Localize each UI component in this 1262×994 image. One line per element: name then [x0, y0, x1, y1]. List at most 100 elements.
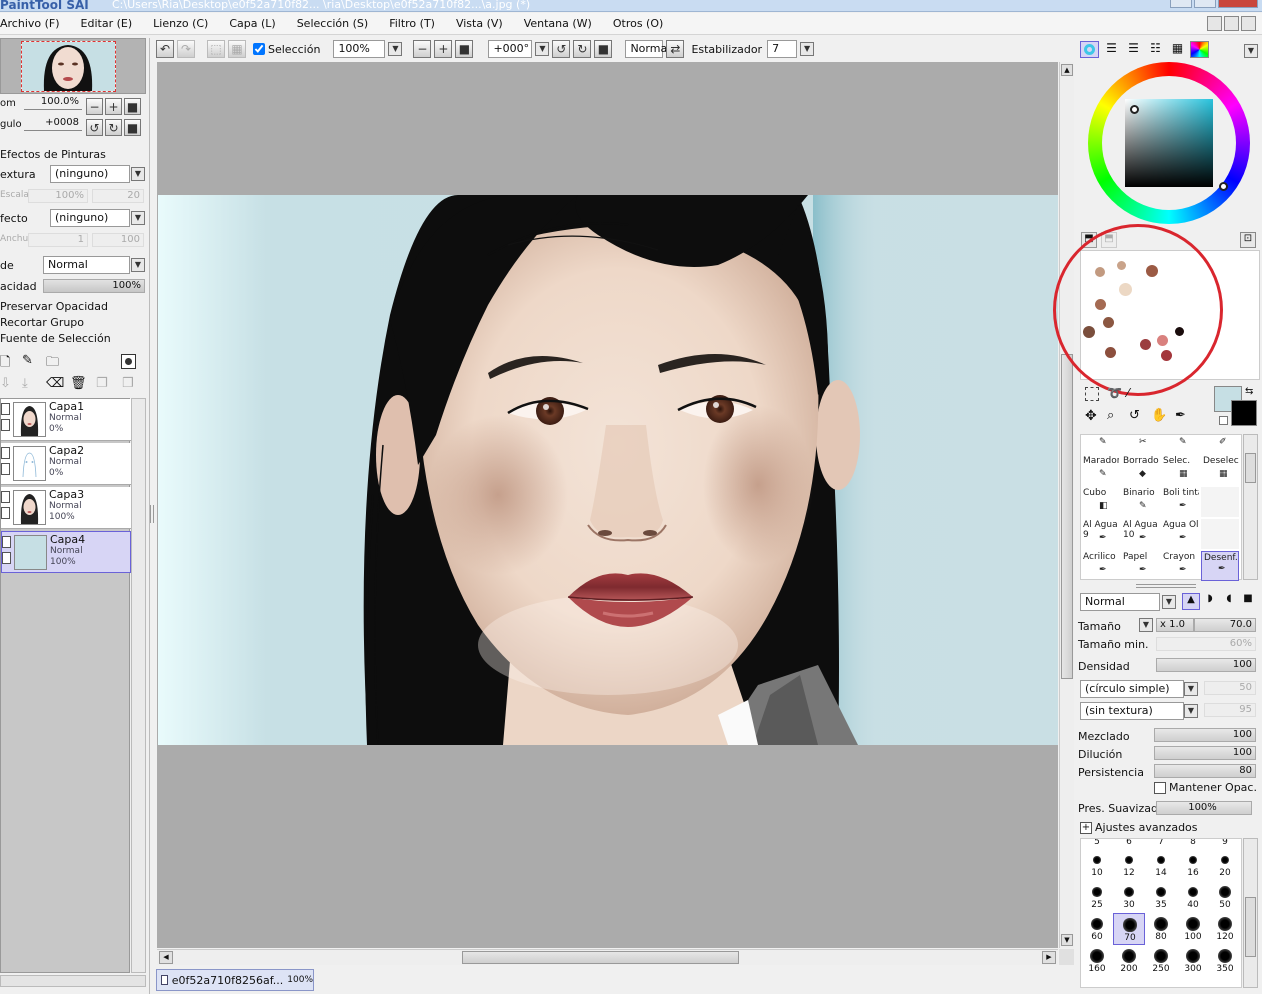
- minimize-button[interactable]: [1170, 0, 1192, 8]
- layer-mask-icon[interactable]: [121, 354, 136, 369]
- flip-button[interactable]: ⇄: [666, 40, 685, 58]
- visibility-eye-icon[interactable]: [1, 403, 10, 415]
- rotate-reset-button[interactable]: ■: [594, 40, 613, 58]
- menu-seleccion[interactable]: Selección (S): [297, 17, 369, 30]
- hand-icon[interactable]: ✋: [1151, 408, 1167, 423]
- new-linework-layer-icon[interactable]: ✎: [22, 353, 33, 368]
- nav-rotate-left-button[interactable]: ↺: [86, 119, 103, 136]
- doc-minimize-button[interactable]: [1207, 16, 1222, 31]
- tool-deselect-pen[interactable]: Deselec. ▦: [1201, 455, 1239, 485]
- brush-size-preset[interactable]: 30: [1113, 881, 1145, 913]
- menu-editar[interactable]: Editar (E): [81, 17, 133, 30]
- tool-binary[interactable]: Binario ✎: [1121, 487, 1159, 517]
- deselect-icon[interactable]: ⬚: [207, 40, 225, 58]
- tool-ink-pen[interactable]: Boli tinta✒: [1161, 487, 1199, 517]
- brush-texture-dropdown[interactable]: ▼: [1184, 704, 1198, 718]
- brush-size-preset[interactable]: 12: [1113, 849, 1145, 881]
- selection-source-option[interactable]: Fuente de Selección: [0, 332, 111, 345]
- hsv-slider-mode-icon[interactable]: ☰: [1124, 41, 1143, 58]
- brush-size-preset[interactable]: 10: [1081, 849, 1113, 881]
- menu-capa[interactable]: Capa (L): [229, 17, 275, 30]
- brush-size-preset[interactable]: 250: [1145, 945, 1177, 977]
- zoom-in-button[interactable]: +: [434, 40, 453, 58]
- smoothing-slider[interactable]: 100%: [1156, 801, 1252, 815]
- transfer-down-icon[interactable]: ⇩: [0, 376, 11, 391]
- view-mode-field[interactable]: Normal: [625, 40, 670, 58]
- brush-size-preset[interactable]: 160: [1081, 945, 1113, 977]
- tool-grid-scrollbar[interactable]: [1243, 434, 1258, 580]
- brush-size-preset[interactable]: 20: [1209, 849, 1241, 881]
- width-slider[interactable]: 1: [28, 233, 88, 247]
- nav-rotate-right-button[interactable]: ↻: [105, 119, 122, 136]
- vscroll-thumb[interactable]: [1061, 354, 1073, 679]
- magic-wand-icon[interactable]: ⁄: [1127, 386, 1129, 400]
- tool-bucket[interactable]: Cubo ◧: [1081, 487, 1119, 517]
- texture-dropdown[interactable]: ▼: [131, 167, 145, 181]
- tool-empty-slot[interactable]: [1201, 487, 1239, 517]
- new-layer-icon[interactable]: 🗋: [0, 353, 10, 375]
- clip-group-option[interactable]: Recortar Grupo: [0, 316, 84, 329]
- tool-blur[interactable]: Desenf. ✒: [1201, 551, 1239, 581]
- rotate-right-button[interactable]: ↻: [573, 40, 592, 58]
- color-wheel-mode-icon[interactable]: [1080, 41, 1099, 58]
- tool-watercolor-9[interactable]: Al Agua 9 ✒: [1081, 519, 1119, 549]
- advanced-settings-label[interactable]: Ajustes avanzados: [1095, 821, 1198, 834]
- blend-mode-dropdown[interactable]: ▼: [131, 258, 145, 272]
- layer-list-hscrollbar[interactable]: [0, 975, 146, 987]
- tool-oil-water[interactable]: Agua Ol ✒: [1161, 519, 1199, 549]
- shape-flat-icon[interactable]: ■: [1239, 593, 1257, 610]
- tool-acrylic[interactable]: Acrilico ✒: [1081, 551, 1119, 581]
- min-size-slider[interactable]: 60%: [1156, 637, 1256, 651]
- artwork-canvas[interactable]: [158, 195, 1058, 746]
- brush-size-preset[interactable]: 40: [1177, 881, 1209, 913]
- transparent-color-icon[interactable]: [1219, 416, 1228, 425]
- layer-item-selected[interactable]: Capa4 Normal 100%: [1, 531, 131, 573]
- saturation-value-square[interactable]: [1125, 99, 1213, 187]
- zoom-field[interactable]: 100%: [333, 40, 386, 58]
- brush-size-preset[interactable]: 300: [1177, 945, 1209, 977]
- stabilizer-field[interactable]: 7: [767, 40, 798, 58]
- tool-crayon[interactable]: Crayon ✒: [1161, 551, 1199, 581]
- undo-button[interactable]: ↶: [156, 40, 174, 58]
- menu-filtro[interactable]: Filtro (T): [389, 17, 435, 30]
- canvas-vertical-scrollbar[interactable]: ▲ ▼: [1059, 62, 1074, 948]
- blend-mode-select[interactable]: Normal: [43, 256, 130, 274]
- canvas-horizontal-scrollbar[interactable]: ◀ ▶: [157, 949, 1058, 965]
- rotate-tool-icon[interactable]: ↺: [1129, 408, 1140, 423]
- width-number[interactable]: 100: [92, 233, 144, 247]
- lasso-icon[interactable]: ➰: [1107, 386, 1122, 400]
- brush-size-preset[interactable]: 70: [1113, 913, 1145, 945]
- tool-select-pen[interactable]: Selec. ▦: [1161, 455, 1199, 485]
- zoom-dropdown[interactable]: ▼: [388, 42, 403, 56]
- persistence-slider[interactable]: 80: [1154, 764, 1256, 778]
- brush-blend-mode-dropdown[interactable]: ▼: [1162, 595, 1176, 609]
- zoom-tool-icon[interactable]: ⌕: [1107, 408, 1114, 423]
- document-tab[interactable]: e0f52a710f8256af... 100%: [156, 969, 314, 991]
- brush-size-preset[interactable]: 200: [1113, 945, 1145, 977]
- brush-size-preset[interactable]: 350: [1209, 945, 1241, 977]
- lock-icon[interactable]: [2, 552, 11, 564]
- zoom-reset-button[interactable]: ■: [455, 40, 474, 58]
- close-button[interactable]: [1218, 0, 1258, 8]
- effect-select[interactable]: (ninguno): [50, 209, 130, 227]
- angle-field[interactable]: +000°: [488, 40, 533, 58]
- shape-sharp-icon[interactable]: ▲: [1182, 593, 1200, 610]
- duplicate-layer-icon[interactable]: ❐: [96, 376, 108, 391]
- brush-size-preset[interactable]: 120: [1209, 913, 1241, 945]
- delete-layer-icon[interactable]: 🗑: [70, 376, 87, 391]
- mask-apply-icon[interactable]: ❒: [122, 376, 134, 391]
- size-dropdown[interactable]: ▼: [1139, 618, 1153, 632]
- layer-list-scrollbar[interactable]: [131, 398, 146, 973]
- lock-icon[interactable]: [1, 507, 10, 519]
- clear-layer-icon[interactable]: ⌫: [46, 376, 64, 391]
- nav-zoom-slider[interactable]: 100.0%: [24, 96, 82, 110]
- effect-dropdown[interactable]: ▼: [131, 211, 145, 225]
- brush-shape-select[interactable]: (círculo simple): [1080, 680, 1184, 698]
- color-wheel[interactable]: [1088, 62, 1250, 224]
- angle-dropdown[interactable]: ▼: [535, 42, 550, 56]
- nav-angle-slider[interactable]: +0008: [24, 117, 82, 131]
- expand-advanced-icon[interactable]: +: [1080, 821, 1092, 834]
- new-folder-icon[interactable]: 🗀: [46, 353, 59, 375]
- rgb-slider-mode-icon[interactable]: ☰: [1102, 41, 1121, 58]
- lock-icon[interactable]: [1, 463, 10, 475]
